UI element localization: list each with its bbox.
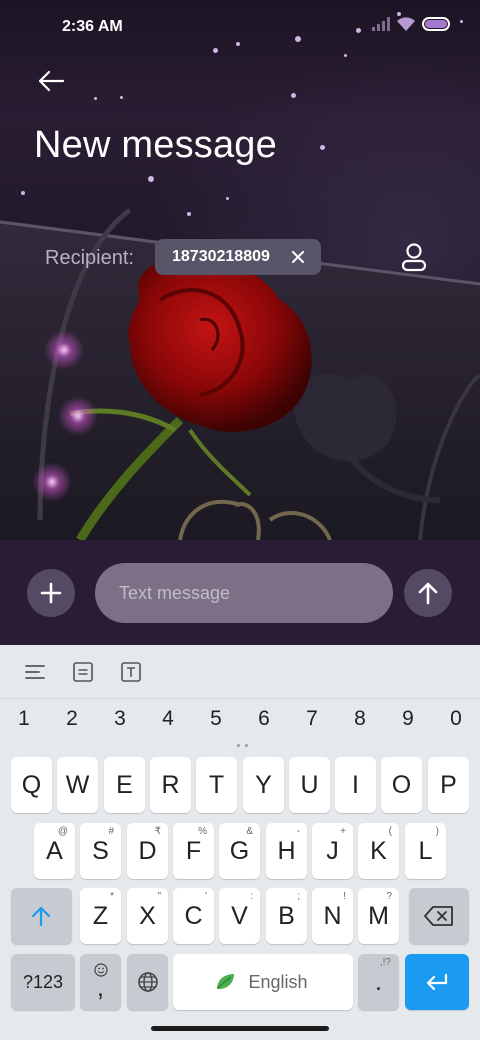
key-t[interactable]: T — [196, 757, 237, 813]
key-n[interactable]: ! N — [312, 888, 353, 944]
key-2[interactable]: 2 — [57, 707, 87, 731]
key-i[interactable]: I — [335, 757, 376, 813]
key-u[interactable]: U — [289, 757, 330, 813]
key-a[interactable]: @ A — [34, 823, 75, 879]
enter-key[interactable] — [405, 954, 469, 1010]
send-button[interactable] — [404, 569, 452, 617]
key-m[interactable]: ? M — [358, 888, 399, 944]
status-icons — [372, 16, 450, 32]
key-c[interactable]: ' C — [173, 888, 214, 944]
emoji-comma-key[interactable]: , — [80, 954, 121, 1010]
key-e[interactable]: E — [104, 757, 145, 813]
key-7[interactable]: 7 — [297, 707, 327, 731]
key-p[interactable]: P — [428, 757, 469, 813]
shift-arrow-icon — [31, 906, 51, 927]
period-key[interactable]: ,!? . — [358, 954, 399, 1010]
back-arrow-icon — [38, 70, 65, 92]
page-title: New message — [34, 124, 277, 166]
key-8[interactable]: 8 — [345, 707, 375, 731]
message-input[interactable] — [95, 563, 393, 623]
key-q[interactable]: Q — [11, 757, 52, 813]
arrow-up-icon — [418, 582, 438, 605]
key-3[interactable]: 3 — [105, 707, 135, 731]
backspace-icon — [424, 906, 453, 926]
keyboard: 1 2 3 4 5 6 7 8 9 0 Q W E R T Y U I O P … — [0, 645, 480, 1040]
key-x[interactable]: " X — [127, 888, 168, 944]
align-left-icon — [25, 665, 45, 679]
close-icon — [292, 251, 304, 263]
key-o[interactable]: O — [381, 757, 422, 813]
key-0[interactable]: 0 — [441, 707, 471, 731]
signal-icon — [372, 17, 390, 31]
status-time: 2:36 AM — [62, 18, 123, 35]
key-z[interactable]: * Z — [80, 888, 121, 944]
clipboard-icon — [73, 662, 93, 682]
language-key[interactable] — [127, 954, 168, 1010]
key-s[interactable]: # S — [80, 823, 121, 879]
key-9[interactable]: 9 — [393, 707, 423, 731]
key-k[interactable]: (K — [358, 823, 399, 879]
globe-icon — [138, 972, 158, 992]
text-style-tool[interactable] — [118, 659, 144, 685]
text-box-icon — [121, 662, 141, 682]
wifi-icon — [397, 17, 415, 31]
clipboard-tool[interactable] — [70, 659, 96, 685]
key-5[interactable]: 5 — [201, 707, 231, 731]
status-bar: 2:36 AM — [0, 0, 480, 54]
enter-arrow-icon — [426, 973, 448, 991]
person-icon — [401, 243, 427, 272]
key-y[interactable]: Y — [243, 757, 284, 813]
key-l[interactable]: ) L — [405, 823, 446, 879]
compose-bar — [0, 540, 480, 645]
key-d[interactable]: ₹ D — [127, 823, 168, 879]
text-align-tool[interactable] — [22, 659, 48, 685]
key-1[interactable]: 1 — [9, 707, 39, 731]
key-6[interactable]: 6 — [249, 707, 279, 731]
key-4[interactable]: 4 — [153, 707, 183, 731]
battery-icon — [422, 17, 450, 31]
space-key[interactable]: English — [173, 954, 353, 1010]
recipient-label: Recipient: — [45, 247, 134, 269]
plus-icon — [40, 582, 62, 604]
contact-picker-button[interactable] — [398, 240, 430, 274]
home-indicator[interactable] — [151, 1026, 329, 1031]
remove-recipient-button[interactable] — [289, 247, 307, 267]
key-r[interactable]: R — [150, 757, 191, 813]
back-button[interactable] — [34, 64, 68, 98]
keyboard-toolbar — [0, 645, 480, 699]
key-h[interactable]: -H — [266, 823, 307, 879]
key-v[interactable]: :V — [219, 888, 260, 944]
symbols-key[interactable]: ?123 — [11, 954, 75, 1010]
page-indicator — [237, 744, 248, 747]
key-f[interactable]: % F — [173, 823, 214, 879]
key-g[interactable]: & G — [219, 823, 260, 879]
shift-key[interactable] — [11, 888, 72, 944]
recipient-chip-number: 18730218809 — [172, 248, 270, 265]
key-w[interactable]: W — [57, 757, 98, 813]
key-b[interactable]: ; B — [266, 888, 307, 944]
backspace-key[interactable] — [409, 888, 469, 944]
key-j[interactable]: + J — [312, 823, 353, 879]
recipient-chip[interactable]: 18730218809 — [155, 239, 321, 275]
keyboard-divider — [0, 698, 480, 699]
add-attachment-button[interactable] — [27, 569, 75, 617]
number-row: 1 2 3 4 5 6 7 8 9 0 — [0, 707, 480, 741]
